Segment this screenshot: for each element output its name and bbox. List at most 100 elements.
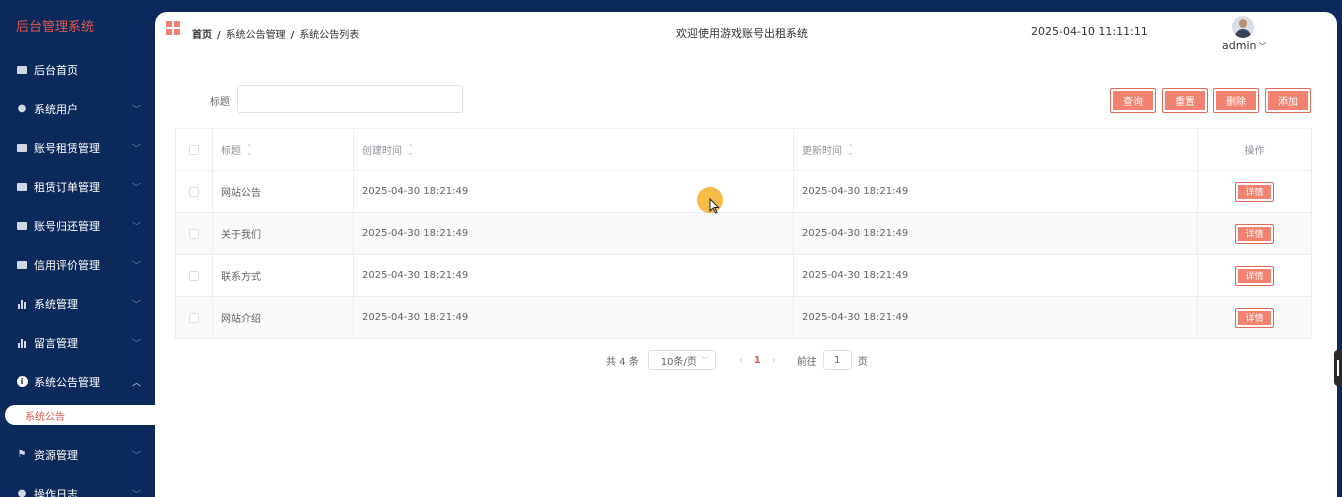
row-checkbox[interactable] xyxy=(189,228,199,239)
row-checkbox[interactable] xyxy=(189,186,199,197)
sidebar-item-label: 信用评价管理 xyxy=(34,258,100,272)
page-size-select[interactable]: 10条/页 ﹀ xyxy=(647,350,716,370)
table-row: 网站公告 2025-04-30 18:21:49 2025-04-30 18:2… xyxy=(176,171,1311,213)
chevron-down-icon: ﹀ xyxy=(700,355,709,365)
bar-chart-icon xyxy=(16,337,28,349)
column-header-updated[interactable]: 更新时间 ⌃ ⌄ xyxy=(794,129,1198,170)
sidebar-item-messages[interactable]: 留言管理 ﹀ xyxy=(0,323,155,362)
sidebar-item-home[interactable]: 后台首页 xyxy=(0,50,155,89)
image-icon xyxy=(16,181,28,193)
chevron-down-icon: ﹀ xyxy=(131,261,141,271)
image-icon xyxy=(16,142,28,154)
sidebar-item-announcements[interactable]: i 系统公告管理 ︿ xyxy=(0,362,155,401)
cell-title: 网站公告 xyxy=(213,171,354,212)
datetime-display: 2025-04-10 11:11:11 xyxy=(1031,25,1148,38)
sidebar-item-resources[interactable]: ⚑ 资源管理 ﹀ xyxy=(0,435,155,474)
prev-page-icon[interactable]: ‹ xyxy=(739,355,743,366)
flag-icon: ⚑ xyxy=(17,449,27,460)
sort-icon[interactable]: ⌃ ⌄ xyxy=(847,143,854,156)
title-search-input[interactable] xyxy=(237,85,463,113)
sidebar-item-label: 系统公告管理 xyxy=(34,375,100,389)
top-bar: 首页 / 系统公告管理 / 系统公告列表 欢迎使用游戏账号出租系统 2025-04-10… xyxy=(155,12,1337,56)
welcome-text: 欢迎使用游戏账号出租系统 xyxy=(676,27,808,40)
breadcrumb-section[interactable]: 系统公告管理 xyxy=(226,30,286,41)
scroll-handle[interactable] xyxy=(1334,350,1342,386)
cell-created: 2025-04-30 18:21:49 xyxy=(354,213,794,254)
chevron-down-icon: ﹀ xyxy=(131,183,141,193)
column-header-title[interactable]: 标题 ⌃ ⌄ xyxy=(213,129,354,170)
add-button[interactable]: 添加 xyxy=(1265,88,1311,113)
next-page-icon[interactable]: › xyxy=(772,355,776,366)
table-row: 关于我们 2025-04-30 18:21:49 2025-04-30 18:2… xyxy=(176,213,1311,255)
table-row: 网站介绍 2025-04-30 18:21:49 2025-04-30 18:2… xyxy=(176,297,1311,339)
sidebar-item-label: 留言管理 xyxy=(34,336,78,350)
select-all-checkbox[interactable] xyxy=(189,144,199,155)
sidebar-item-system-management[interactable]: 系统管理 ﹀ xyxy=(0,284,155,323)
pagination: 共 4 条 10条/页 ﹀ ‹ 1 › 前往 1 页 xyxy=(606,350,868,370)
detail-button[interactable]: 详情 xyxy=(1235,265,1274,286)
row-checkbox[interactable] xyxy=(189,312,199,323)
sidebar-item-rental-orders[interactable]: 租赁订单管理 ﹀ xyxy=(0,167,155,206)
cell-title: 网站介绍 xyxy=(213,297,354,338)
sidebar-item-label: 后台首页 xyxy=(34,63,78,77)
chevron-down-icon: ﹀ xyxy=(131,300,141,310)
image-icon xyxy=(16,220,28,232)
cell-created: 2025-04-30 18:21:49 xyxy=(354,171,794,212)
sidebar-item-label: 操作日志 xyxy=(34,487,78,497)
main-panel: 首页 / 系统公告管理 / 系统公告列表 欢迎使用游戏账号出租系统 2025-04-10… xyxy=(155,12,1337,497)
column-header-created[interactable]: 创建时间 ⌃ ⌄ xyxy=(354,129,794,170)
detail-button[interactable]: 详情 xyxy=(1235,181,1274,202)
menu-grid-icon[interactable] xyxy=(166,21,180,35)
search-label: 标题 xyxy=(210,97,230,108)
cell-title: 关于我们 xyxy=(213,213,354,254)
breadcrumb-home[interactable]: 首页 xyxy=(192,30,212,41)
chevron-down-icon: ﹀ xyxy=(131,222,141,232)
delete-button[interactable]: 删除 xyxy=(1213,88,1259,113)
cell-updated: 2025-04-30 18:21:49 xyxy=(794,213,1198,254)
sort-icon[interactable]: ⌃ ⌄ xyxy=(407,143,414,156)
sidebar-item-account-rental[interactable]: 账号租赁管理 ﹀ xyxy=(0,128,155,167)
sidebar-item-label: 账号租赁管理 xyxy=(34,141,100,155)
goto-suffix: 页 xyxy=(857,356,868,368)
column-header-actions: 操作 xyxy=(1244,146,1265,157)
cell-created: 2025-04-30 18:21:49 xyxy=(354,297,794,338)
sidebar-item-operation-log[interactable]: ● 操作日志 ﹀ xyxy=(0,474,155,497)
avatar[interactable] xyxy=(1232,16,1254,38)
page-number[interactable]: 1 xyxy=(754,355,761,366)
sidebar-item-label: 租赁订单管理 xyxy=(34,180,100,194)
cell-updated: 2025-04-30 18:21:49 xyxy=(794,297,1198,338)
sidebar-item-label: 系统用户 xyxy=(34,102,78,116)
user-menu[interactable]: admin ﹀ xyxy=(1222,39,1266,52)
bar-chart-icon xyxy=(16,298,28,310)
announcement-table: 标题 ⌃ ⌄ 创建时间 ⌃ ⌄ 更新时间 ⌃ ⌄ 操作 网站公告 2025-04-30 18… xyxy=(175,128,1312,339)
detail-button[interactable]: 详情 xyxy=(1235,223,1274,244)
cell-created: 2025-04-30 18:21:49 xyxy=(354,255,794,296)
sidebar: 后台管理系统 后台首页 ● 系统用户 ﹀ 账号租赁管理 ﹀ 租赁订单管理 ﹀ 账… xyxy=(0,0,155,497)
query-button[interactable]: 查询 xyxy=(1110,88,1156,113)
row-checkbox[interactable] xyxy=(189,270,199,281)
sidebar-item-label: 资源管理 xyxy=(34,448,78,462)
chevron-down-icon: ﹀ xyxy=(131,105,141,115)
brand-title: 后台管理系统 xyxy=(16,20,95,35)
chevron-down-icon: ﹀ xyxy=(1258,42,1267,51)
detail-button[interactable]: 详情 xyxy=(1235,307,1274,328)
sidebar-item-credit-rating[interactable]: 信用评价管理 ﹀ xyxy=(0,245,155,284)
search-row: 标题 查询 重置 删除 添加 xyxy=(155,85,1337,115)
user-icon: ● xyxy=(17,488,27,497)
goto-label: 前往 xyxy=(796,356,817,368)
reset-button[interactable]: 重置 xyxy=(1162,88,1208,113)
sort-icon[interactable]: ⌃ ⌄ xyxy=(246,143,253,156)
goto-page-input[interactable]: 1 xyxy=(822,350,852,370)
breadcrumb-current: 系统公告列表 xyxy=(299,30,360,41)
chevron-up-icon: ︿ xyxy=(131,378,141,388)
chevron-down-icon: ﹀ xyxy=(131,451,141,461)
image-icon xyxy=(16,259,28,271)
cell-updated: 2025-04-30 18:21:49 xyxy=(794,171,1198,212)
sidebar-item-system-users[interactable]: ● 系统用户 ﹀ xyxy=(0,89,155,128)
sidebar-item-label: 账号归还管理 xyxy=(34,219,100,233)
sidebar-item-label: 系统管理 xyxy=(34,297,78,311)
cell-updated: 2025-04-30 18:21:49 xyxy=(794,255,1198,296)
sidebar-subitem-announcement[interactable]: 系统公告 xyxy=(5,405,155,425)
sidebar-item-account-return[interactable]: 账号归还管理 ﹀ xyxy=(0,206,155,245)
table-header: 标题 ⌃ ⌄ 创建时间 ⌃ ⌄ 更新时间 ⌃ ⌄ 操作 xyxy=(176,129,1311,171)
